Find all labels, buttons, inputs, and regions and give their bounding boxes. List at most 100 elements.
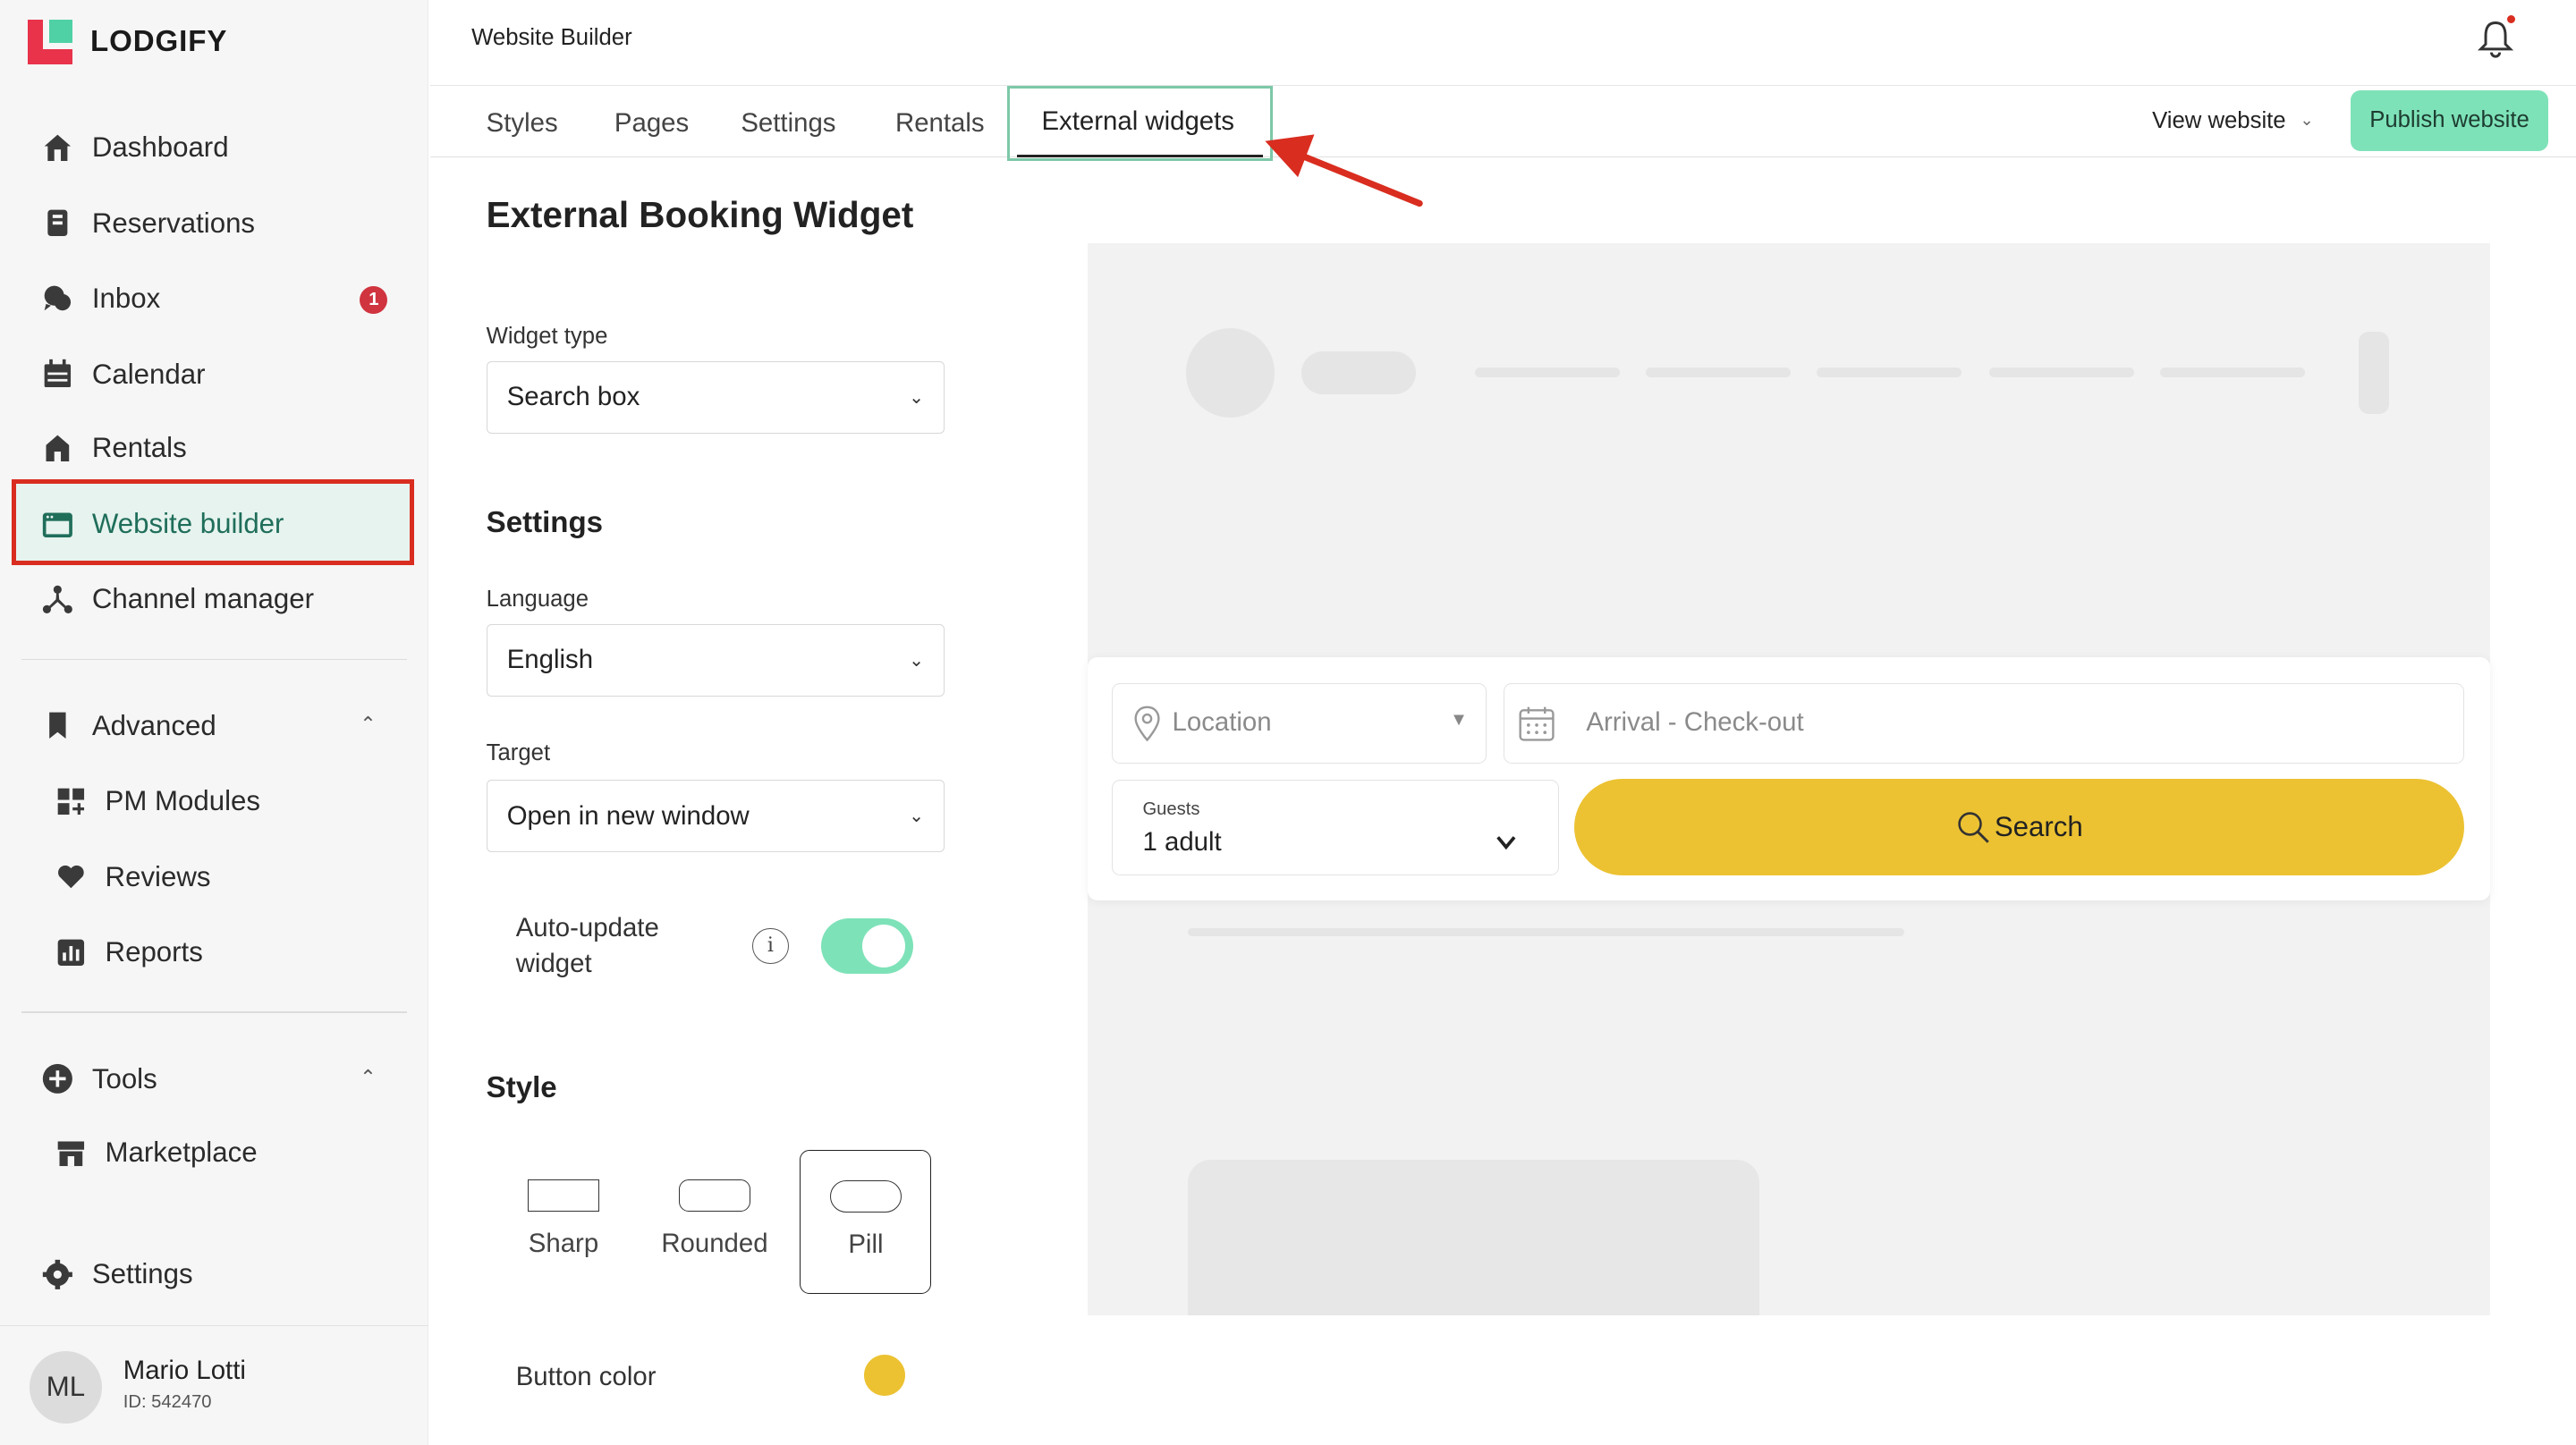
tab-external-widgets[interactable]: External widgets xyxy=(1041,106,1234,137)
placeholder-shape xyxy=(1989,368,2134,377)
placeholder-shape xyxy=(1188,928,1904,936)
dates-placeholder: Arrival - Check-out xyxy=(1586,707,1803,738)
button-color-swatch[interactable] xyxy=(864,1355,905,1396)
sidebar-section-tools[interactable]: Tools xyxy=(39,1056,157,1102)
home-icon xyxy=(39,130,75,165)
annotation-arrow-icon xyxy=(1249,128,1429,214)
select-value: English xyxy=(507,645,593,675)
widget-type-select[interactable]: Search box ⌄ xyxy=(487,361,945,434)
search-icon xyxy=(1955,809,1991,845)
sidebar-section-advanced[interactable]: Advanced xyxy=(39,703,216,748)
chevron-down-icon[interactable]: ⌄ xyxy=(2300,110,2313,130)
chevron-down-icon: ⌄ xyxy=(909,805,924,827)
placeholder-shape xyxy=(2359,332,2388,414)
chevron-down-icon: ⌄ xyxy=(909,386,924,409)
chevron-down-icon xyxy=(1495,831,1518,854)
select-value: Open in new window xyxy=(507,801,750,832)
sidebar-item-label: Website builder xyxy=(92,508,284,540)
sidebar-item-channel-manager[interactable]: Channel manager xyxy=(39,577,314,622)
style-option-pill[interactable]: Pill xyxy=(800,1150,931,1295)
location-placeholder: Location xyxy=(1173,707,1272,738)
sidebar-item-settings[interactable]: Settings xyxy=(39,1252,193,1297)
placeholder-shape xyxy=(1646,368,1791,377)
tab-active-underline xyxy=(1017,155,1264,158)
sidebar-section-label: Advanced xyxy=(92,710,216,742)
rounded-shape-icon xyxy=(679,1179,751,1213)
app-window: LODGIFY Dashboard Reservations Inbox 1 C… xyxy=(0,0,2576,1445)
sidebar-item-marketplace[interactable]: Marketplace xyxy=(53,1130,258,1176)
chevron-up-icon[interactable]: ⌃ xyxy=(360,1066,376,1089)
sidebar-item-rentals[interactable]: Rentals xyxy=(39,426,187,471)
target-select[interactable]: Open in new window ⌄ xyxy=(487,780,945,852)
sidebar-item-reports[interactable]: Reports xyxy=(53,930,203,976)
style-option-sharp[interactable]: Sharp xyxy=(498,1150,630,1295)
sidebar-item-label: PM Modules xyxy=(106,785,261,817)
view-website-dropdown[interactable]: View website xyxy=(2152,108,2286,134)
sidebar-item-label: Rentals xyxy=(92,432,187,464)
user-profile[interactable]: ML Mario Lotti ID: 542470 xyxy=(0,1325,428,1445)
sidebar: LODGIFY Dashboard Reservations Inbox 1 C… xyxy=(0,0,428,1445)
pill-shape-icon xyxy=(830,1180,902,1213)
inbox-unread-badge: 1 xyxy=(360,286,387,314)
sidebar-item-reservations[interactable]: Reservations xyxy=(39,200,255,246)
target-label: Target xyxy=(487,740,550,766)
sidebar-item-label: Channel manager xyxy=(92,583,314,615)
select-value: Search box xyxy=(507,382,640,412)
bar-chart-icon xyxy=(53,934,89,970)
sidebar-divider xyxy=(21,1011,408,1013)
tab-rentals[interactable]: Rentals xyxy=(895,108,985,139)
button-color-label: Button color xyxy=(516,1362,657,1392)
guests-select[interactable]: Guests 1 adult xyxy=(1112,780,1559,875)
calendar-icon xyxy=(39,357,75,393)
plus-circle-icon xyxy=(39,1061,75,1096)
bookmark-icon xyxy=(39,708,75,744)
dates-input[interactable]: Arrival - Check-out xyxy=(1504,683,2464,764)
sidebar-item-inbox[interactable]: Inbox xyxy=(39,276,160,322)
sidebar-item-reviews[interactable]: Reviews xyxy=(53,854,211,900)
user-id: ID: 542470 xyxy=(123,1392,212,1413)
calendar-icon xyxy=(1517,704,1556,743)
tab-styles[interactable]: Styles xyxy=(487,108,558,139)
bell-icon[interactable] xyxy=(2476,18,2515,61)
placeholder-shape xyxy=(2160,368,2305,377)
style-option-label: Sharp xyxy=(529,1229,598,1259)
tab-settings[interactable]: Settings xyxy=(741,108,835,139)
search-button[interactable]: Search xyxy=(1574,779,2464,875)
placeholder-shape xyxy=(1186,328,1275,417)
style-section-title: Style xyxy=(487,1071,557,1105)
sidebar-item-pm-modules[interactable]: PM Modules xyxy=(53,779,260,824)
info-icon[interactable]: i xyxy=(752,928,788,964)
house-icon xyxy=(39,430,75,466)
publish-website-button[interactable]: Publish website xyxy=(2351,90,2547,151)
sidebar-item-website-builder[interactable]: Website builder xyxy=(39,501,284,546)
booking-search-widget: Location ▼ Arrival - Check-out Guests 1 … xyxy=(1088,657,2491,900)
grid-plus-icon xyxy=(53,783,89,819)
page-title: Website Builder xyxy=(471,25,632,51)
tab-pages[interactable]: Pages xyxy=(614,108,689,139)
sidebar-item-label: Settings xyxy=(92,1258,193,1290)
location-pin-icon xyxy=(1132,706,1162,741)
toggle-knob xyxy=(862,925,905,968)
guests-label: Guests xyxy=(1142,799,1199,820)
avatar: ML xyxy=(30,1351,102,1424)
sidebar-item-label: Dashboard xyxy=(92,131,229,164)
chevron-up-icon[interactable]: ⌃ xyxy=(360,713,376,736)
sidebar-section-label: Tools xyxy=(92,1063,157,1095)
sidebar-item-dashboard[interactable]: Dashboard xyxy=(39,125,229,171)
auto-update-label: Auto-update widget xyxy=(516,910,713,983)
sidebar-item-label: Marketplace xyxy=(106,1137,258,1169)
style-option-rounded[interactable]: Rounded xyxy=(648,1150,780,1295)
sidebar-item-calendar[interactable]: Calendar xyxy=(39,351,205,397)
lodgify-logo[interactable]: LODGIFY xyxy=(28,20,227,64)
chevron-down-icon: ⌄ xyxy=(909,649,924,672)
sidebar-item-label: Calendar xyxy=(92,359,206,391)
book-icon xyxy=(39,206,75,241)
widget-type-label: Widget type xyxy=(487,324,608,350)
placeholder-shape xyxy=(1475,368,1620,377)
language-select[interactable]: English ⌄ xyxy=(487,624,945,697)
heart-icon xyxy=(53,859,89,895)
builder-tabs: Styles Pages Settings Rentals External w… xyxy=(430,86,2576,158)
location-select[interactable]: Location ▼ xyxy=(1112,683,1487,764)
search-button-label: Search xyxy=(1995,811,2083,843)
auto-update-toggle[interactable] xyxy=(821,918,913,974)
